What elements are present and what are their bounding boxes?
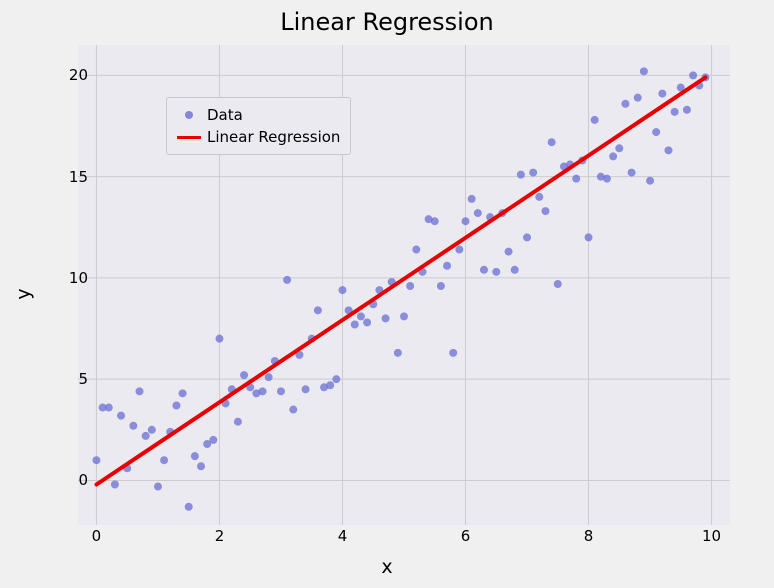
y-tick: 0	[58, 471, 88, 489]
y-axis-label: y	[13, 288, 35, 299]
x-axis-label: x	[381, 556, 392, 578]
x-tick: 2	[215, 527, 225, 545]
y-tick: 10	[58, 269, 88, 287]
y-tick: 15	[58, 168, 88, 186]
legend-dot-icon	[177, 111, 201, 119]
legend-line-icon	[177, 136, 201, 139]
x-tick: 0	[92, 527, 102, 545]
plot-area: Data Linear Regression	[78, 45, 730, 525]
x-tick: 6	[461, 527, 471, 545]
legend-label-data: Data	[207, 106, 243, 124]
legend-label-line: Linear Regression	[207, 128, 340, 146]
x-tick: 4	[338, 527, 348, 545]
chart-container: Linear Regression Data Linear Regression…	[0, 0, 774, 588]
legend: Data Linear Regression	[166, 97, 351, 155]
y-tick: 5	[58, 370, 88, 388]
legend-item-line: Linear Regression	[177, 126, 340, 148]
legend-item-data: Data	[177, 104, 340, 126]
y-tick: 20	[58, 66, 88, 84]
x-tick: 10	[702, 527, 721, 545]
x-tick: 8	[584, 527, 594, 545]
chart-title: Linear Regression	[280, 8, 494, 36]
